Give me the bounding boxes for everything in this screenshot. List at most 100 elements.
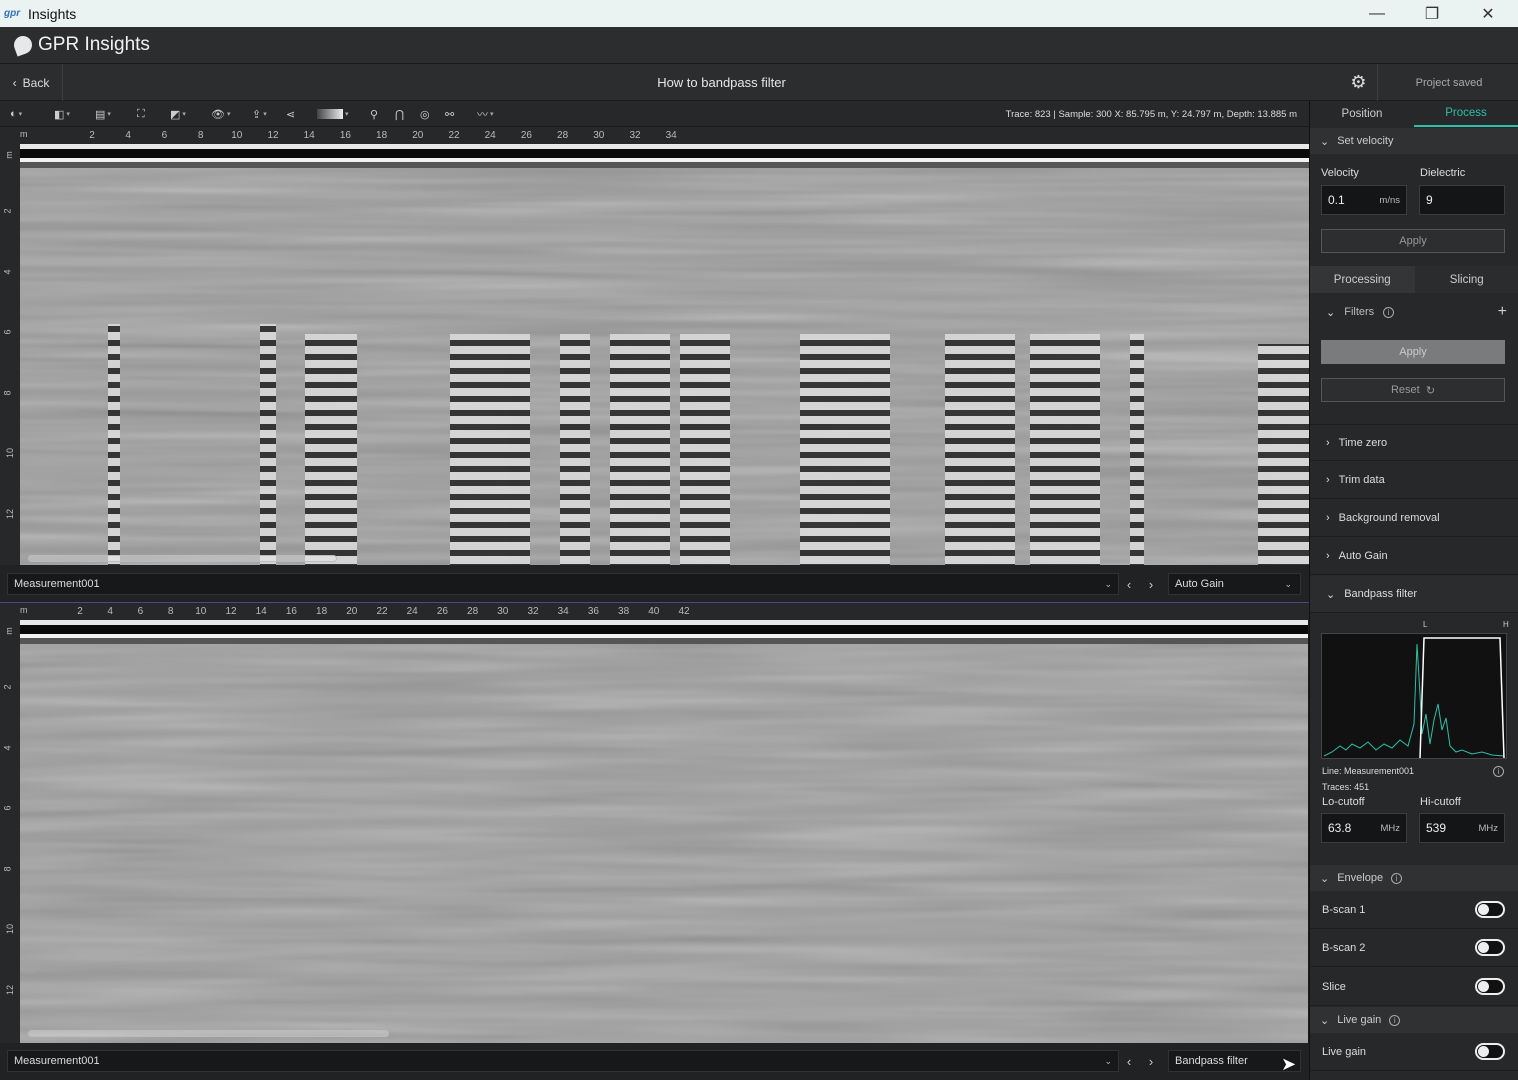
x-tick-label: 6 — [161, 130, 168, 141]
layout-icon[interactable]: ◧ ▾ — [54, 106, 70, 122]
app-header: GPR Insights — [0, 27, 1518, 64]
visibility-icon[interactable]: 👁 ▾ — [211, 106, 230, 122]
close-button[interactable]: ✕ — [1463, 0, 1513, 27]
chevron-down-icon: ⌄ — [1320, 1014, 1330, 1027]
filters-header[interactable]: ⌄ Filters i + — [1310, 293, 1518, 331]
info-icon[interactable]: i — [1391, 872, 1403, 884]
envelope-header[interactable]: ⌄ Envelope i — [1310, 865, 1518, 891]
grid-icon[interactable]: ▤ ▾ — [95, 106, 111, 122]
frequency-spectrum-plot[interactable] — [1321, 633, 1507, 759]
step-bandpass-filter[interactable]: ⌄ Bandpass filter — [1310, 576, 1518, 613]
chevron-right-icon: › — [1326, 436, 1330, 449]
chevron-down-icon: ⌄ — [1104, 1055, 1112, 1066]
gear-icon[interactable]: ⚙ — [1340, 64, 1378, 101]
x-tick-label: 36 — [587, 606, 599, 617]
x-tick-label: 30 — [497, 606, 509, 617]
step-trim-data[interactable]: › Trim data — [1310, 462, 1518, 499]
x-tick-label: 20 — [412, 130, 424, 141]
next-line-button[interactable]: › — [1141, 1050, 1161, 1072]
add-filter-icon[interactable]: + — [1498, 303, 1507, 321]
lo-cutoff-input[interactable]: 63.8 MHz — [1321, 813, 1407, 843]
y-unit-label: m — [3, 627, 14, 635]
x-tick-label: 22 — [448, 130, 460, 141]
step-background-removal[interactable]: › Background removal — [1310, 500, 1518, 537]
line-select[interactable]: Measurement001 ⌄ — [7, 573, 1119, 595]
chevron-right-icon: › — [1326, 550, 1330, 562]
line-select[interactable]: Measurement001 ⌄ — [7, 1050, 1119, 1072]
processing-select[interactable]: Auto Gain ⌄ — [1168, 573, 1301, 595]
prev-line-button[interactable]: ‹ — [1119, 573, 1139, 595]
step-time-zero[interactable]: › Time zero — [1310, 424, 1518, 461]
info-icon[interactable]: i — [1389, 1014, 1401, 1026]
project-navbar: ‹ Back How to bandpass filter ⚙ Project … — [0, 64, 1518, 101]
export-icon[interactable]: ⇪ ▾ — [252, 106, 267, 122]
y-tick-label: 8 — [2, 865, 13, 872]
hi-cutoff-unit: MHz — [1478, 822, 1498, 834]
x-tick-label: 12 — [225, 606, 237, 617]
set-velocity-header[interactable]: ⌄ Set velocity — [1310, 128, 1518, 154]
tab-position[interactable]: Position — [1310, 101, 1414, 127]
live-gain-toggle[interactable] — [1475, 1043, 1505, 1060]
filters-apply-button[interactable]: Apply — [1321, 340, 1505, 364]
x-tick-label: 14 — [255, 606, 267, 617]
trace-plot-icon[interactable]: 〰 ▾ — [477, 106, 494, 122]
horizontal-scrollbar[interactable] — [28, 1030, 389, 1037]
next-line-button[interactable]: › — [1141, 573, 1161, 595]
colormap-icon[interactable]: ▾ — [317, 106, 349, 122]
processing-select-value: Bandpass filter — [1175, 1055, 1248, 1067]
tab-process[interactable]: Process — [1414, 101, 1518, 127]
hyperbola-icon[interactable]: ⋂ — [395, 106, 404, 122]
velocity-apply-button[interactable]: Apply — [1321, 229, 1505, 253]
x-tick-label: 14 — [303, 130, 315, 141]
x-tick-label: 4 — [107, 606, 113, 617]
radargram-view[interactable] — [20, 620, 1309, 1043]
x-tick-label: 24 — [484, 130, 496, 141]
x-tick-label: 40 — [648, 606, 660, 617]
info-icon[interactable]: i — [1383, 306, 1395, 318]
envelope-bscan2-toggle[interactable] — [1475, 939, 1505, 956]
hi-cutoff-label: Hi-cutoff — [1420, 796, 1461, 808]
x-tick-label: 32 — [527, 606, 539, 617]
page-title: How to bandpass filter — [657, 75, 786, 90]
target-icon[interactable]: ◎ — [420, 106, 430, 122]
line-info: Line: Measurement001 — [1322, 766, 1415, 776]
window-title: Insights — [28, 5, 77, 22]
measure-icon[interactable]: ⚯ — [445, 106, 454, 122]
radargram-view[interactable] — [20, 144, 1309, 565]
envelope-slice-toggle[interactable] — [1475, 978, 1505, 995]
y-tick-label: 10 — [5, 447, 16, 459]
info-icon[interactable]: i — [1493, 766, 1504, 777]
x-tick-label: 22 — [376, 606, 388, 617]
annotate-icon[interactable]: ◩ ▾ — [170, 106, 186, 122]
minimize-button[interactable]: — — [1352, 0, 1402, 27]
window-titlebar: gpr Insights — ❐ ✕ — [0, 0, 1518, 27]
section-title: Envelope — [1337, 872, 1384, 884]
fit-view-icon[interactable]: ⛶ — [137, 106, 145, 122]
hi-cutoff-input[interactable]: 539 MHz — [1419, 813, 1505, 843]
toggle-label: B-scan 1 — [1322, 903, 1366, 916]
x-tick-label: 18 — [376, 130, 388, 141]
horizontal-scrollbar[interactable] — [28, 555, 337, 562]
live-gain-header[interactable]: ⌄ Live gain i — [1310, 1007, 1518, 1033]
dielectric-input[interactable]: 9 — [1419, 185, 1505, 215]
tab-processing[interactable]: Processing — [1310, 266, 1415, 293]
x-tick-label: 6 — [137, 606, 144, 617]
y-tick-label: 10 — [5, 923, 16, 935]
chevron-down-icon: ⌄ — [1104, 578, 1112, 589]
envelope-bscan1-toggle[interactable] — [1475, 901, 1505, 918]
toggle-label: B-scan 2 — [1322, 941, 1366, 954]
maximize-button[interactable]: ❐ — [1407, 0, 1457, 27]
x-tick-label: 8 — [167, 606, 174, 617]
cursor-mode-icon[interactable]: ◐ ▾ — [10, 106, 22, 122]
tab-slicing[interactable]: Slicing — [1415, 266, 1518, 293]
hi-marker: H — [1503, 620, 1509, 629]
share-icon[interactable]: ⋖ — [286, 106, 295, 122]
pick-icon[interactable]: ⚲ — [370, 106, 378, 122]
x-tick-label: 2 — [77, 606, 83, 617]
velocity-input[interactable]: 0.1 m/ns — [1321, 185, 1407, 215]
filters-reset-button[interactable]: Reset ↻ — [1321, 378, 1505, 402]
prev-line-button[interactable]: ‹ — [1119, 1050, 1139, 1072]
step-auto-gain[interactable]: › Auto Gain — [1310, 538, 1518, 575]
x-tick-label: 28 — [557, 130, 569, 141]
chevron-right-icon: › — [1326, 512, 1330, 524]
